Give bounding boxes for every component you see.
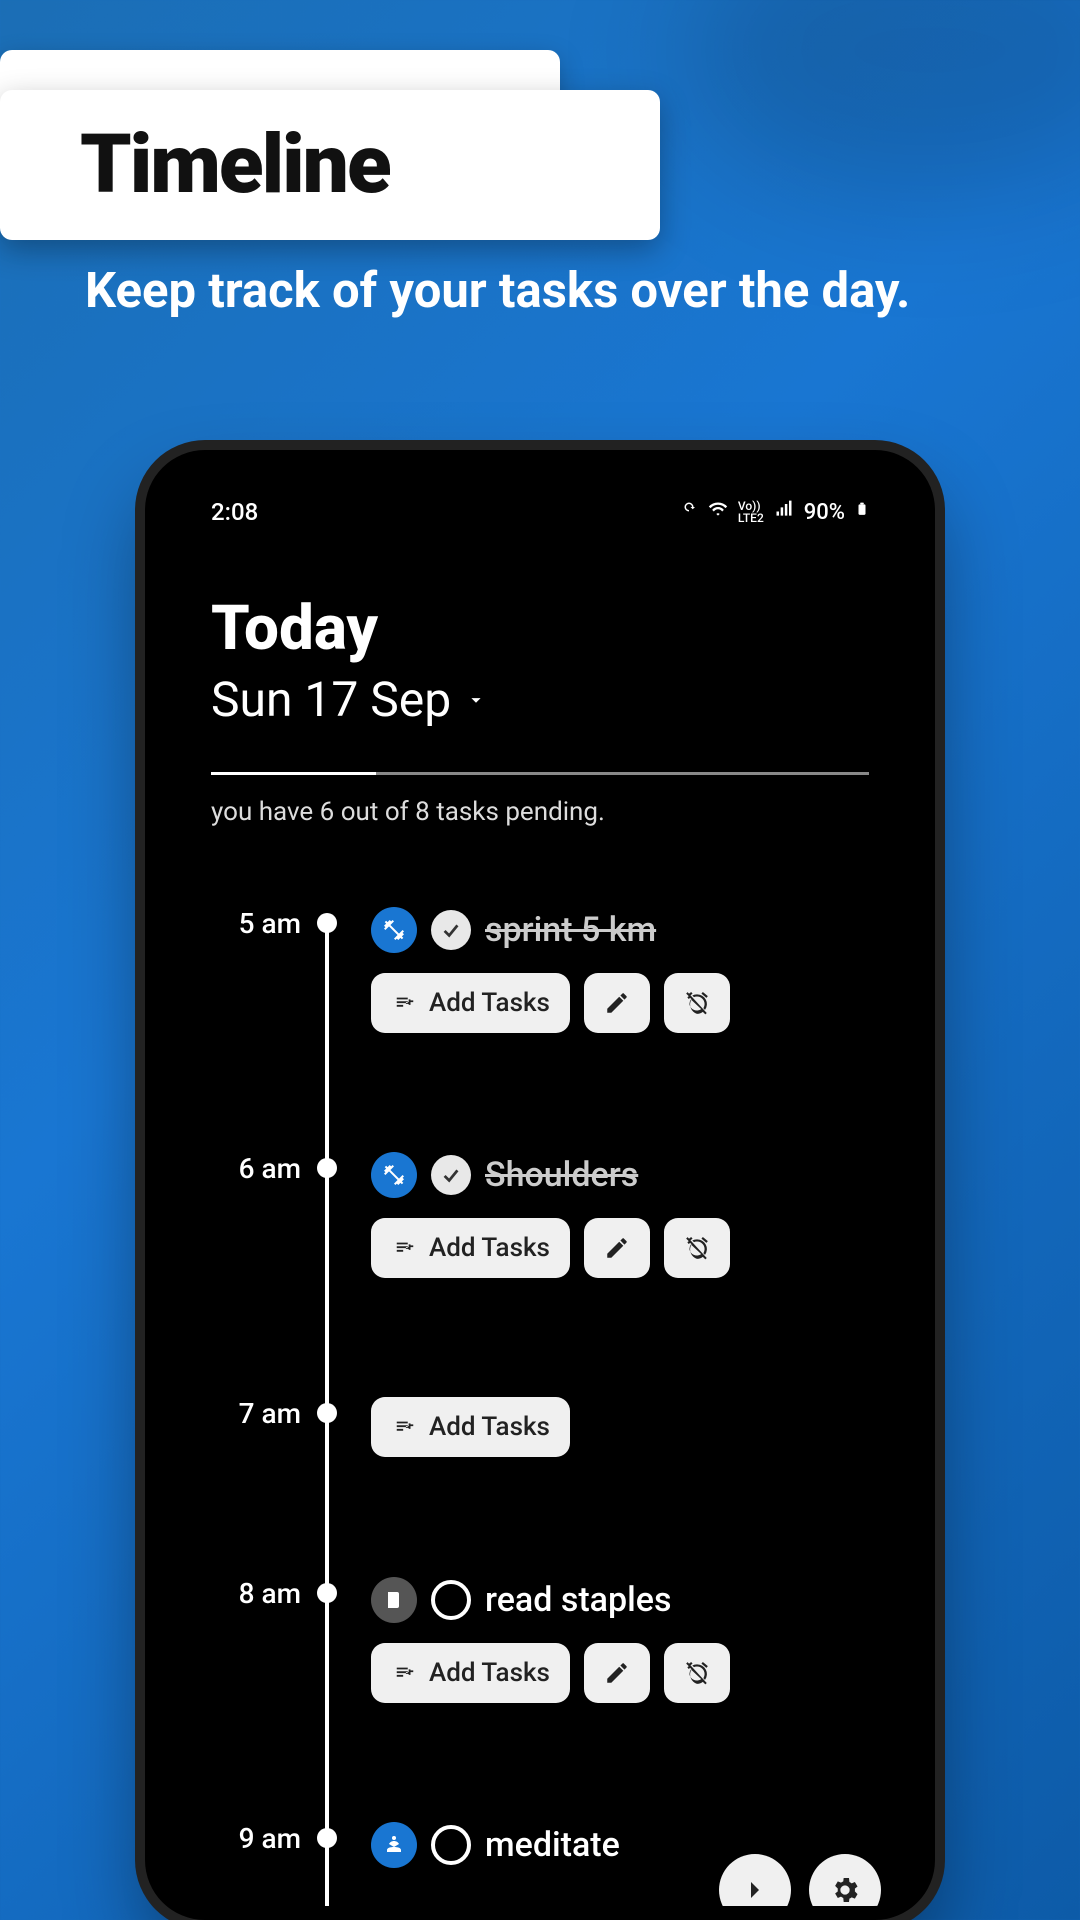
task-row[interactable]: read staples xyxy=(371,1577,869,1623)
task-checkbox-empty[interactable] xyxy=(431,1580,471,1620)
pencil-icon xyxy=(604,1235,630,1261)
playlist-add-icon xyxy=(391,992,419,1014)
timeline-slot: 7 am Add Tasks xyxy=(211,1397,869,1527)
time-label: 5 am xyxy=(211,907,301,940)
fitness-icon xyxy=(371,907,417,953)
app-header: Today Sun 17 Sep you have 6 out of 8 tas… xyxy=(211,592,869,827)
timeline-slot: 8 am read staples xyxy=(211,1577,869,1767)
reading-icon xyxy=(371,1577,417,1623)
hero-card: Timeline xyxy=(0,90,660,240)
pencil-icon xyxy=(604,1660,630,1686)
task-name: Shoulders xyxy=(485,1155,638,1195)
playlist-add-icon xyxy=(391,1662,419,1684)
playlist-add-icon xyxy=(391,1237,419,1259)
timeline-slot: 6 am Shoulders xyxy=(211,1152,869,1342)
app-screen: 2:08 Vo))LTE2 90% Today xyxy=(159,464,921,1906)
edit-button[interactable] xyxy=(584,1643,650,1703)
alarm-off-icon xyxy=(684,1660,710,1686)
timeline-dot xyxy=(317,1158,337,1178)
task-checkbox-empty[interactable] xyxy=(431,1825,471,1865)
progress-fill xyxy=(211,772,376,775)
task-name: meditate xyxy=(485,1825,620,1865)
progress-bar xyxy=(211,772,869,775)
timeline-dot xyxy=(317,1583,337,1603)
add-tasks-label: Add Tasks xyxy=(429,1233,550,1263)
wellness-icon xyxy=(371,1822,417,1868)
timeline-dot xyxy=(317,1828,337,1848)
time-label: 9 am xyxy=(211,1822,301,1855)
edit-button[interactable] xyxy=(584,1218,650,1278)
chevron-down-icon xyxy=(465,689,487,711)
task-name: read staples xyxy=(485,1580,672,1620)
task-row[interactable]: Shoulders xyxy=(371,1152,869,1198)
add-tasks-button[interactable]: Add Tasks xyxy=(371,1397,570,1457)
fitness-icon xyxy=(371,1152,417,1198)
network-label: Vo))LTE2 xyxy=(738,500,764,524)
alarm-off-button[interactable] xyxy=(664,1218,730,1278)
phone-frame: 2:08 Vo))LTE2 90% Today xyxy=(145,450,935,1920)
edit-button[interactable] xyxy=(584,973,650,1033)
timeline-dot xyxy=(317,1403,337,1423)
fab-row xyxy=(719,1854,881,1906)
signal-icon xyxy=(774,499,794,525)
settings-button[interactable] xyxy=(809,1854,881,1906)
battery-text: 90% xyxy=(804,500,845,525)
add-tasks-button[interactable]: Add Tasks xyxy=(371,1643,570,1703)
add-tasks-button[interactable]: Add Tasks xyxy=(371,1218,570,1278)
next-button[interactable] xyxy=(719,1854,791,1906)
today-title: Today xyxy=(211,592,869,665)
battery-icon xyxy=(855,498,869,526)
hero-title: Timeline xyxy=(80,117,390,213)
add-tasks-label: Add Tasks xyxy=(429,988,550,1018)
timeline: 5 am sprint 5 km xyxy=(211,907,869,1906)
task-name: sprint 5 km xyxy=(485,910,656,950)
hero-subtitle: Keep track of your tasks over the day. xyxy=(85,260,980,321)
playlist-add-icon xyxy=(391,1416,419,1438)
date-selector[interactable]: Sun 17 Sep xyxy=(211,671,869,728)
alarm-off-button[interactable] xyxy=(664,973,730,1033)
task-checkbox-checked[interactable] xyxy=(431,1155,471,1195)
timeline-slot: 5 am sprint 5 km xyxy=(211,907,869,1097)
wifi-icon xyxy=(708,499,728,525)
add-tasks-label: Add Tasks xyxy=(429,1412,550,1442)
status-bar: 2:08 Vo))LTE2 90% xyxy=(211,492,869,532)
rotate-lock-icon xyxy=(680,500,698,525)
alarm-off-icon xyxy=(684,1235,710,1261)
time-label: 6 am xyxy=(211,1152,301,1185)
date-text: Sun 17 Sep xyxy=(211,671,451,728)
task-row[interactable]: sprint 5 km xyxy=(371,907,869,953)
pencil-icon xyxy=(604,990,630,1016)
status-time: 2:08 xyxy=(211,498,258,526)
add-tasks-label: Add Tasks xyxy=(429,1658,550,1688)
gear-icon xyxy=(829,1874,861,1906)
pending-summary: you have 6 out of 8 tasks pending. xyxy=(211,797,869,827)
status-right: Vo))LTE2 90% xyxy=(680,498,869,526)
alarm-off-button[interactable] xyxy=(664,1643,730,1703)
time-label: 8 am xyxy=(211,1577,301,1610)
alarm-off-icon xyxy=(684,990,710,1016)
task-checkbox-checked[interactable] xyxy=(431,910,471,950)
timeline-dot xyxy=(317,913,337,933)
add-tasks-button[interactable]: Add Tasks xyxy=(371,973,570,1033)
time-label: 7 am xyxy=(211,1397,301,1430)
chevron-right-icon xyxy=(739,1874,771,1906)
